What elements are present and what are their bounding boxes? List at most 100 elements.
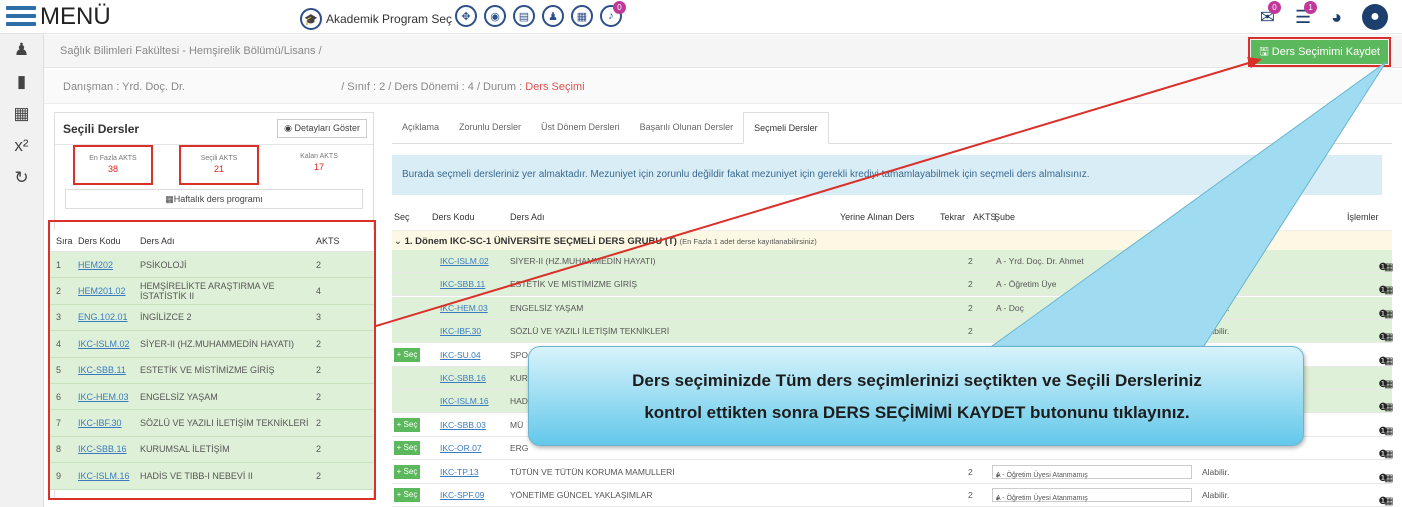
course-code-link[interactable]: IKC-ISLM.16	[78, 471, 130, 481]
course-code-link[interactable]: IKC-IBF.30	[78, 418, 122, 428]
table-row: 4 IKC-ISLM.02 SİYER-II (HZ.MUHAMMEDİN HAYA…	[50, 331, 374, 358]
globe-icon[interactable]: ◕	[1331, 7, 1342, 28]
course-code-link[interactable]: IKC-TP.13	[440, 467, 479, 477]
row-actions: ❶ ▦	[1378, 350, 1393, 367]
card-icon[interactable]: ▤	[513, 5, 535, 27]
group-note: (En Fazla 1 adet derse kayıtlanabilirsin…	[679, 237, 817, 246]
col-header: Tekrar	[940, 212, 966, 222]
callout-line-2: kontrol ettikten sonra DERS SEÇİMİMİ KAY…	[644, 403, 1190, 422]
course-akts: 2	[968, 326, 973, 337]
course-code-link[interactable]: IKC-ISLM.16	[440, 396, 489, 406]
save-course-selection-button[interactable]: 🖫 Ders Seçimimi Kaydet	[1248, 37, 1391, 67]
course-code-link[interactable]: IKC-SU.04	[440, 350, 481, 360]
course-code-link[interactable]: HEM202	[78, 260, 113, 270]
calendar-icon[interactable]: ▦	[1384, 379, 1393, 390]
calendar-icon[interactable]: ▦	[1384, 309, 1393, 320]
course-akts: 2	[316, 418, 322, 429]
row-actions: ❶ ▦	[1378, 443, 1393, 460]
menu-label[interactable]: MENÜ	[40, 3, 111, 31]
tab-zorunlu[interactable]: Zorunlu Dersler	[449, 112, 531, 143]
branch-select[interactable]: A - Öğretim Üyesi Atanmamış ▾	[992, 488, 1192, 503]
quick-icons: ✥ ◉ ▤ ♟ ▦ ♪ 0	[455, 1, 626, 27]
breadcrumb-separator: /	[318, 45, 322, 57]
group-title: 1. Dönem IKC-SC-1 ÜNİVERSİTE SEÇMELİ DER…	[404, 236, 677, 247]
row-no: 7	[56, 418, 62, 429]
calendar-icon[interactable]: ▦	[1384, 356, 1393, 367]
course-code-link[interactable]: IKC-SBB.11	[78, 365, 126, 375]
tab-aciklama[interactable]: Açıklama	[392, 112, 449, 143]
calendar-icon[interactable]: ▦	[0, 98, 43, 130]
bell-icon[interactable]: ♪ 0	[600, 1, 626, 27]
row-actions: ❶ ▦	[1378, 467, 1393, 484]
course-code-link[interactable]: IKC-SBB.16	[78, 444, 127, 454]
calendar-icon[interactable]: ▦	[1384, 449, 1393, 460]
table-row: 5 IKC-SBB.11 ESTETİK VE MİSTİMİZME GİRİŞ 2	[50, 357, 374, 384]
calendar-icon[interactable]: ▦	[1384, 426, 1393, 437]
course-code-link[interactable]: IKC-HEM.03	[78, 392, 129, 402]
move-icon[interactable]: ✥	[455, 5, 477, 27]
eye-icon[interactable]: ◉	[484, 5, 506, 27]
course-code-link[interactable]: IKC-SBB.03	[440, 420, 486, 430]
top-navbar: MENÜ 🎓 Akademik Program Seç▾ ✥ ◉ ▤ ♟ ▦ ♪…	[0, 0, 1402, 34]
row-actions: ❶ ▦	[1378, 373, 1393, 390]
user-icon[interactable]: ♟	[0, 34, 43, 66]
calendar-icon[interactable]: ▦	[1384, 332, 1393, 343]
calendar-icon[interactable]: ▦	[1384, 496, 1393, 507]
course-name: HEMŞİRELİKTE ARAŞTIRMA VE İSTATİSTİK II	[140, 281, 275, 302]
book-icon[interactable]: ▮	[0, 66, 43, 98]
course-code-link[interactable]: IKC-SBB.16	[440, 373, 486, 383]
program-select[interactable]: 🎓 Akademik Program Seç▾	[300, 8, 462, 30]
branch-text: A - Doç	[996, 302, 1024, 313]
branch-select[interactable]: A - Öğretim Üyesi Atanmamış ▾	[992, 464, 1192, 480]
refresh-icon[interactable]: ↻	[0, 162, 43, 194]
save-icon: 🖫	[1259, 45, 1272, 58]
course-code-link[interactable]: ENG.102.01	[78, 312, 128, 322]
course-code-link[interactable]: IKC-ISLM.02	[440, 256, 489, 266]
row-actions: ❶ ▦	[1378, 420, 1393, 437]
course-akts: 2	[316, 365, 322, 376]
course-code-link[interactable]: IKC-IBF.30	[440, 326, 481, 336]
course-code-link[interactable]: IKC-OR.07	[440, 443, 482, 453]
calendar-icon[interactable]: ▦	[1384, 262, 1393, 273]
elective-row: IKC-SBB.11 ESTETİK VE MİSTİMİZME GİRİŞ 2 A …	[392, 273, 1393, 297]
select-course-button[interactable]: + Seç	[394, 347, 420, 362]
course-akts: 2	[316, 391, 322, 402]
calendar-icon[interactable]: ▦	[1384, 473, 1393, 484]
show-details-button[interactable]: ◉ Detayları Göster	[277, 119, 367, 138]
row-no: 1	[56, 259, 62, 270]
tab-basarili[interactable]: Başarılı Olunan Dersler	[630, 112, 744, 143]
table-row: 8 IKC-SBB.16 KURUMSAL İLETİŞİM 2	[50, 436, 374, 464]
tab-secmeli[interactable]: Seçmeli Dersler	[743, 112, 829, 144]
select-course-button[interactable]: + Seç	[394, 441, 420, 456]
calendar-icon[interactable]: ▦	[571, 5, 593, 27]
course-name: HADİS VE TIBB-I NEBEVİ II	[140, 470, 253, 481]
course-code-link[interactable]: HEM201.02	[78, 286, 126, 296]
select-course-button[interactable]: + Seç	[394, 488, 420, 502]
superscript-icon[interactable]: x²	[0, 130, 43, 162]
hamburger-menu-icon[interactable]	[6, 6, 36, 28]
row-no: 5	[56, 365, 62, 376]
list-badge: 1	[1304, 0, 1318, 14]
select-course-button[interactable]: + Seç	[394, 464, 420, 479]
select-course-button[interactable]: + Seç	[394, 417, 420, 432]
stat-label: En Fazla AKTS	[89, 155, 137, 162]
row-actions: ❶ ▦	[1378, 279, 1393, 296]
tab-ust-donem[interactable]: Üst Dönem Dersleri	[531, 112, 630, 143]
avatar[interactable]: ●	[1362, 4, 1388, 30]
breadcrumb-faculty[interactable]: Sağlık Bilimleri Fakültesi - Hemşirelik …	[60, 45, 316, 57]
col-header: Ders Adı	[510, 212, 545, 222]
course-code-link[interactable]: IKC-SPF.09	[440, 490, 484, 500]
course-code-link[interactable]: IKC-HEM.03	[440, 303, 488, 313]
row-actions: ❶ ▦	[1378, 326, 1393, 343]
class-label: / Sınıf : 2	[341, 81, 386, 93]
elective-group-row[interactable]: ⌄ 1. Dönem IKC-SC-1 ÜNİVERSİTE SEÇMELİ D…	[392, 230, 1392, 250]
mail-icon[interactable]: ✉ 0	[1260, 0, 1281, 28]
calendar-icon[interactable]: ▦	[1384, 402, 1393, 413]
calendar-icon[interactable]: ▦	[1384, 285, 1393, 296]
course-code-link[interactable]: IKC-SBB.11	[440, 279, 485, 289]
user-icon[interactable]: ♟	[542, 5, 564, 27]
selected-akts-stat: Seçili AKTS 21	[179, 145, 259, 185]
weekly-schedule-button[interactable]: ▦Haftalık ders programı	[65, 189, 363, 209]
list-icon[interactable]: ☰ 1	[1295, 0, 1318, 28]
course-code-link[interactable]: IKC-ISLM.02	[78, 339, 130, 349]
